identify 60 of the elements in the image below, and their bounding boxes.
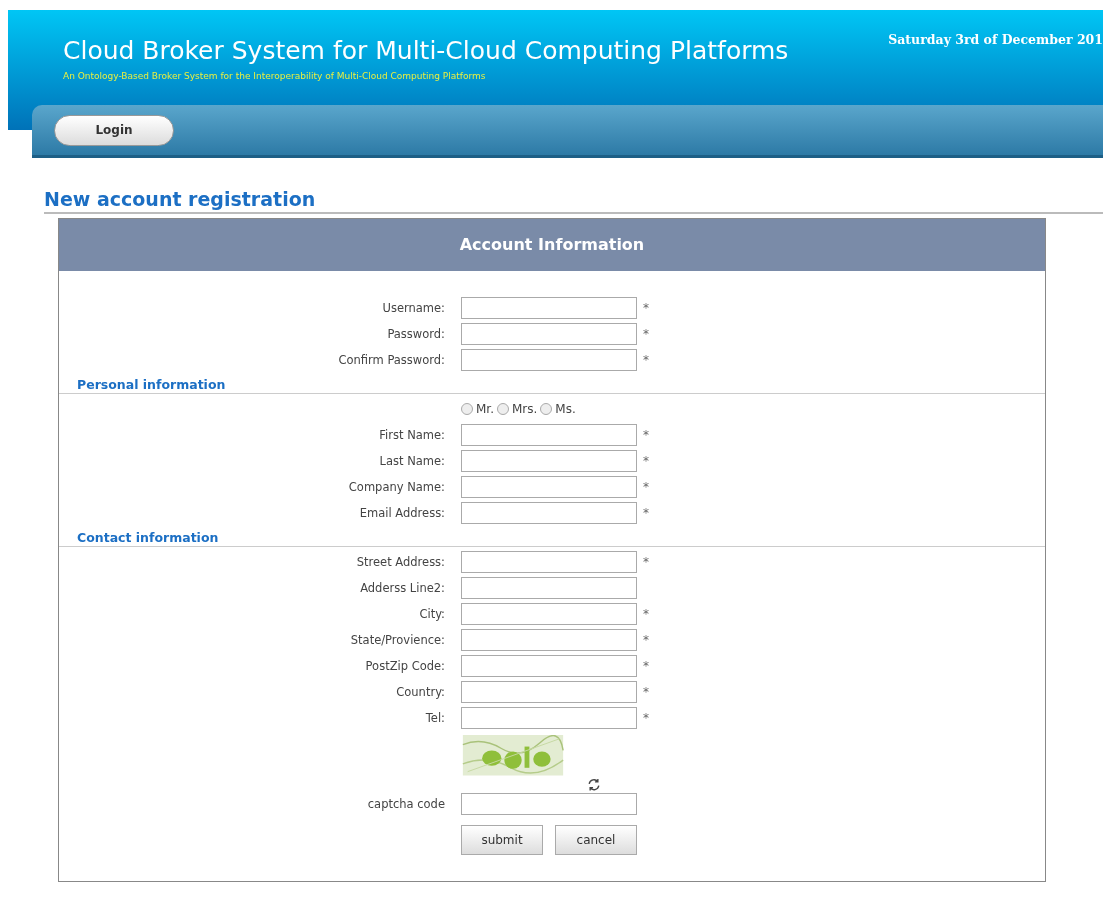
field-label: Last Name:: [378, 454, 446, 468]
required-mark: *: [643, 555, 649, 569]
input-field[interactable]: [461, 323, 637, 345]
section-heading: Contact information: [59, 530, 1045, 547]
required-mark: *: [643, 633, 649, 647]
radio-label[interactable]: Mrs.: [512, 402, 538, 416]
input-field[interactable]: [461, 629, 637, 651]
input-field[interactable]: [461, 681, 637, 703]
input-field[interactable]: [461, 707, 637, 729]
field-label: Street Address:: [355, 555, 446, 569]
required-mark: *: [643, 327, 649, 341]
page-heading: New account registration: [44, 188, 1103, 214]
section-heading: Personal information: [59, 377, 1045, 394]
radio-label[interactable]: Mr.: [476, 402, 494, 416]
input-field[interactable]: [461, 793, 637, 815]
radio-button[interactable]: [461, 403, 473, 415]
required-mark: *: [643, 607, 649, 621]
required-mark: *: [643, 659, 649, 673]
site-title: Cloud Broker System for Multi-Cloud Computing Platforms: [63, 36, 789, 65]
radio-button[interactable]: [497, 403, 509, 415]
field-label: Username:: [381, 301, 446, 315]
cancel-button[interactable]: cancel: [555, 825, 637, 855]
field-label: Adderss Line2:: [359, 581, 446, 595]
field-label: Email Address:: [358, 506, 446, 520]
field-label: captcha code: [366, 797, 446, 811]
required-mark: *: [643, 454, 649, 468]
input-field[interactable]: [461, 450, 637, 472]
required-mark: *: [643, 685, 649, 699]
login-button[interactable]: Login: [54, 114, 174, 146]
input-field[interactable]: [461, 424, 637, 446]
refresh-icon[interactable]: [587, 777, 601, 791]
field-label: Confirm Password:: [337, 353, 446, 367]
date-text: Saturday 3rd of December 201: [888, 31, 1103, 49]
required-mark: *: [643, 428, 649, 442]
site-subtitle: An Ontology-Based Broker System for the Interoperability of Multi-Cloud Computing Platforms: [63, 71, 487, 81]
field-label: PostZip Code:: [364, 659, 446, 673]
radio-label[interactable]: Ms.: [555, 402, 576, 416]
field-label: City:: [418, 607, 446, 621]
input-field[interactable]: [461, 551, 637, 573]
field-label: Company Name:: [347, 480, 446, 494]
panel-header: Account Information: [59, 219, 1045, 271]
field-label: Password:: [386, 327, 446, 341]
required-mark: *: [643, 301, 649, 315]
input-field[interactable]: [461, 476, 637, 498]
required-mark: *: [643, 506, 649, 520]
submit-button[interactable]: submit: [461, 825, 543, 855]
field-label: First Name:: [378, 428, 446, 442]
required-mark: *: [643, 353, 649, 367]
input-field[interactable]: [461, 603, 637, 625]
input-field[interactable]: [461, 297, 637, 319]
field-label: Tel:: [424, 711, 446, 725]
input-field[interactable]: [461, 577, 637, 599]
input-field[interactable]: [461, 349, 637, 371]
radio-button[interactable]: [540, 403, 553, 415]
field-label: State/Provience:: [349, 633, 446, 647]
required-mark: *: [643, 711, 649, 725]
input-field[interactable]: [461, 655, 637, 677]
field-label: Country:: [395, 685, 446, 699]
input-field[interactable]: [461, 502, 637, 524]
required-mark: *: [643, 480, 649, 494]
